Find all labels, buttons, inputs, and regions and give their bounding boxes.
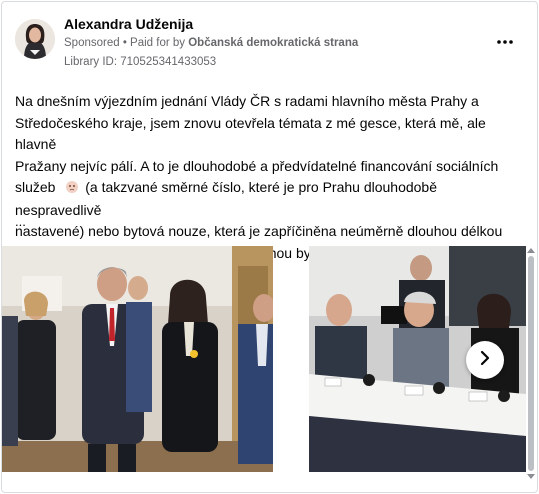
post-line: Středočeského kraje, jsem znovu otevřela…: [15, 114, 486, 153]
post-line-part: služeb: [15, 179, 56, 195]
post-line: Na dnešním výjezdním jednání Vlády ČR s …: [15, 93, 479, 109]
sponsored-line: Sponsored • Paid for by Občanská demokra…: [64, 37, 358, 49]
scroll-down-icon[interactable]: [527, 474, 535, 479]
post-line: služeb (a takzvané směrné číslo, které j…: [15, 177, 507, 221]
post-line: Pražany nejvíc pálí. A to je dlouhodobé …: [15, 157, 499, 174]
carousel-next-button[interactable]: [466, 341, 504, 379]
sponsor-link[interactable]: Občanská demokratická strana: [188, 37, 358, 49]
see-more-ellipsis[interactable]: ...: [15, 214, 26, 229]
avatar[interactable]: [15, 19, 55, 59]
pleading-face-emoji: [59, 178, 81, 200]
chevron-right-icon: [478, 350, 492, 371]
scrollbar-thumb[interactable]: [528, 256, 534, 471]
image-carousel[interactable]: [2, 246, 537, 472]
sponsored-label: Sponsored: [64, 37, 120, 49]
library-id: Library ID: 710525341433053: [64, 56, 217, 68]
post-line: nastavené) nebo bytová nouze, která je z…: [15, 223, 503, 239]
scroll-up-icon[interactable]: [527, 248, 535, 253]
politicians-talking-photo[interactable]: [2, 246, 273, 472]
more-horizontal-icon[interactable]: [497, 32, 513, 50]
author-name[interactable]: Alexandra Udženija: [64, 16, 193, 32]
ad-card: Alexandra Udženija Sponsored • Paid for …: [1, 1, 538, 493]
paid-for-label: • Paid for by: [119, 37, 189, 49]
post-text: Na dnešním výjezdním jednání Vlády ČR s …: [15, 91, 507, 265]
